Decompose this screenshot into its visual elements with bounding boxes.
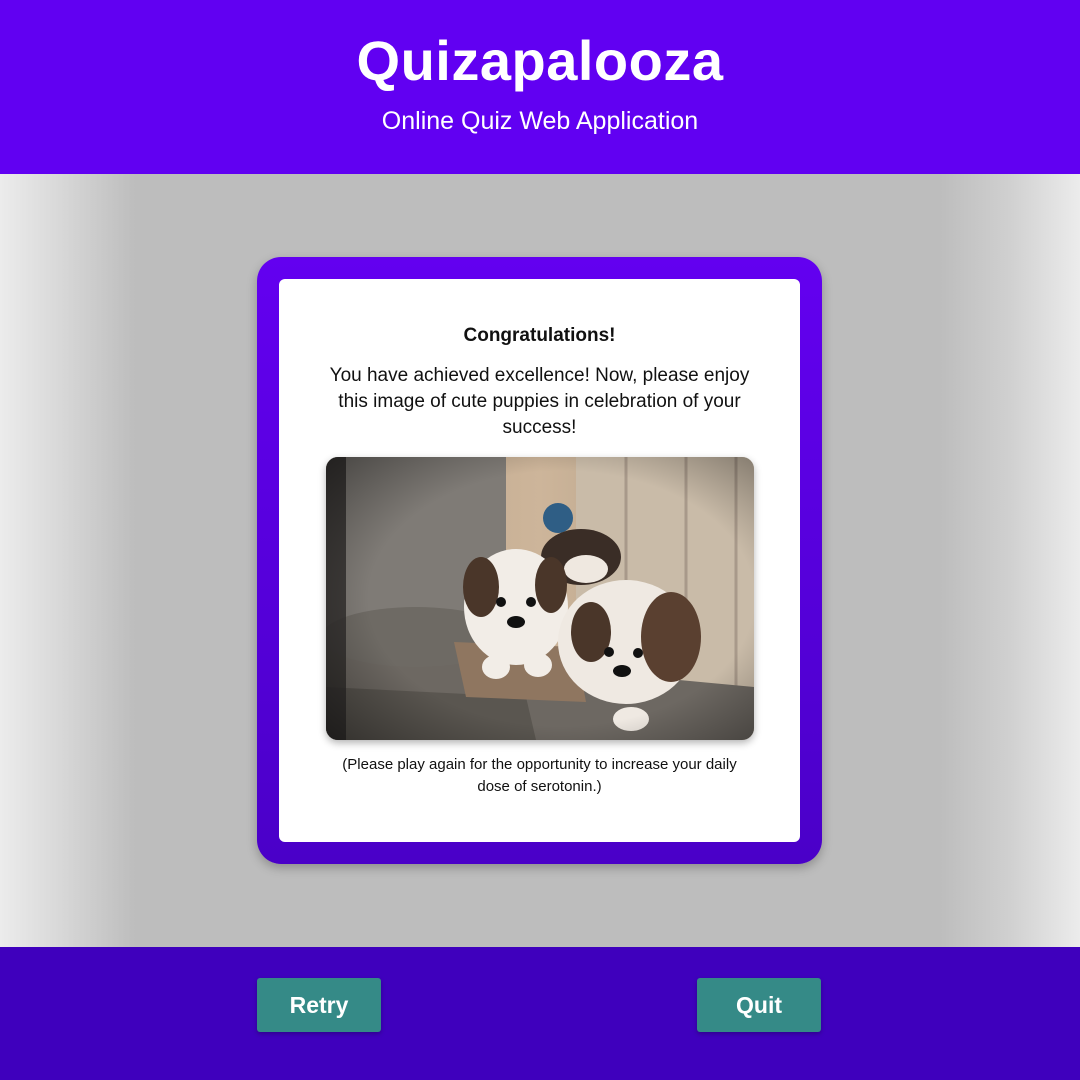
result-message: You have achieved excellence! Now, pleas… [329, 365, 750, 438]
app-title: Quizapalooza [356, 29, 724, 92]
app-header: Quizapalooza Online Quiz Web Application [0, 0, 1080, 174]
quit-button[interactable]: Quit [697, 978, 821, 1032]
app-subtitle: Online Quiz Web Application [381, 107, 699, 135]
result-card: Congratulations! You have achieved excel… [279, 279, 800, 842]
congrats-heading: Congratulations! [463, 325, 616, 346]
retry-button[interactable]: Retry [257, 978, 381, 1032]
play-again-footnote: (Please play again for the opportunity t… [342, 756, 737, 795]
puppies-photo [325, 457, 754, 740]
main-area: Congratulations! You have achieved excel… [0, 174, 1080, 947]
result-card-frame: Congratulations! You have achieved excel… [257, 257, 822, 864]
puppies-image [325, 457, 754, 740]
app-footer: Retry Quit [0, 947, 1080, 1080]
